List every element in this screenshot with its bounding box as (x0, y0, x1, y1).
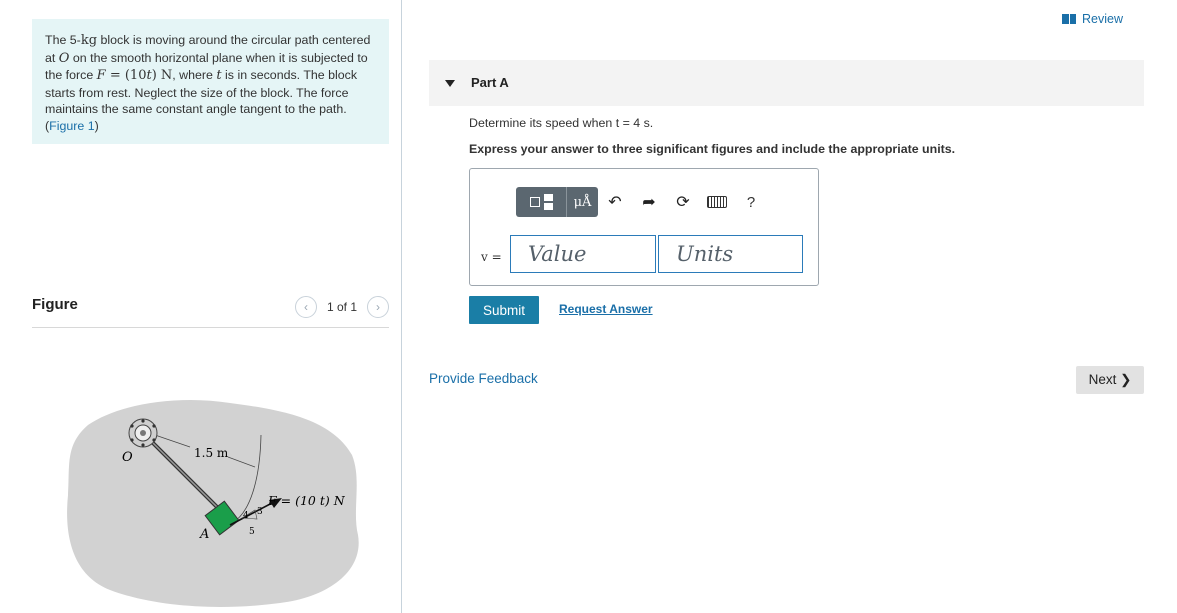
keyboard-button[interactable] (700, 187, 734, 217)
reset-icon[interactable]: ⟳ (666, 187, 700, 217)
review-link[interactable]: Review (1062, 12, 1123, 26)
keyboard-icon (707, 196, 727, 208)
label-force: F = (10 t) N (267, 493, 346, 508)
problem-text: ) (94, 118, 99, 133)
figure-link[interactable]: Figure 1 (49, 119, 94, 133)
units-button[interactable]: μÅ (566, 187, 598, 217)
figure-diagram: 1.5 m O A F = (10 t) N 4 3 5 (67, 399, 359, 607)
figure-pager: ‹ 1 of 1 › (294, 296, 389, 318)
book-icon (1062, 14, 1076, 24)
label-a: A (199, 527, 209, 542)
slope-label-4: 4 (243, 511, 249, 521)
point-o: O (58, 50, 70, 66)
chevron-right-icon[interactable]: › (367, 296, 389, 318)
caret-down-icon[interactable] (445, 80, 455, 87)
pager-text: 1 of 1 (326, 300, 357, 314)
template-box-icon (529, 197, 540, 207)
value-input[interactable] (510, 235, 656, 273)
part-a-header[interactable]: Part A (429, 60, 1144, 106)
pivot-bearing (128, 418, 158, 448)
mass-unit: kg (80, 33, 98, 48)
chevron-right-icon: ❯ (1120, 372, 1132, 387)
part-title: Part A (471, 75, 509, 90)
undo-icon[interactable]: ↶ (598, 187, 632, 217)
force-symbol: F (96, 68, 106, 83)
math-toolbar: μÅ ↶ ➦ ⟳ ? (516, 187, 768, 217)
left-pane: The 5-kg block is moving around the circ… (0, 0, 402, 613)
force-equation: = (10 (105, 68, 147, 83)
provide-feedback-link[interactable]: Provide Feedback (429, 371, 538, 386)
slope-label-3: 3 (257, 507, 263, 517)
label-o: O (122, 450, 133, 465)
next-label: Next (1088, 372, 1117, 387)
figure-header: Figure ‹ 1 of 1 › (32, 294, 389, 328)
help-button[interactable]: ? (734, 187, 768, 217)
problem-text: The 5- (45, 33, 81, 47)
problem-text: , where (172, 68, 217, 82)
force-unit: ) N (151, 68, 173, 83)
slope-label-5: 5 (249, 527, 255, 537)
request-answer-link[interactable]: Request Answer (559, 302, 653, 316)
chevron-left-icon[interactable]: ‹ (294, 296, 317, 318)
redo-icon[interactable]: ➦ (632, 187, 666, 217)
label-radius: 1.5 m (194, 446, 229, 460)
instruction-text: Express your answer to three significant… (469, 142, 956, 156)
submit-button[interactable]: Submit (469, 296, 539, 324)
fraction-template-icon (543, 194, 553, 210)
figure-title: Figure (32, 296, 78, 313)
units-input[interactable] (658, 235, 803, 273)
templates-button[interactable] (516, 187, 566, 217)
problem-statement: The 5-kg block is moving around the circ… (32, 19, 389, 144)
question-text: Determine its speed when t = 4 s. (469, 116, 654, 130)
answer-box: μÅ ↶ ➦ ⟳ ? v = (469, 168, 819, 286)
variable-label: v = (481, 250, 502, 264)
review-label: Review (1082, 12, 1123, 26)
next-button[interactable]: Next ❯ (1076, 366, 1144, 394)
